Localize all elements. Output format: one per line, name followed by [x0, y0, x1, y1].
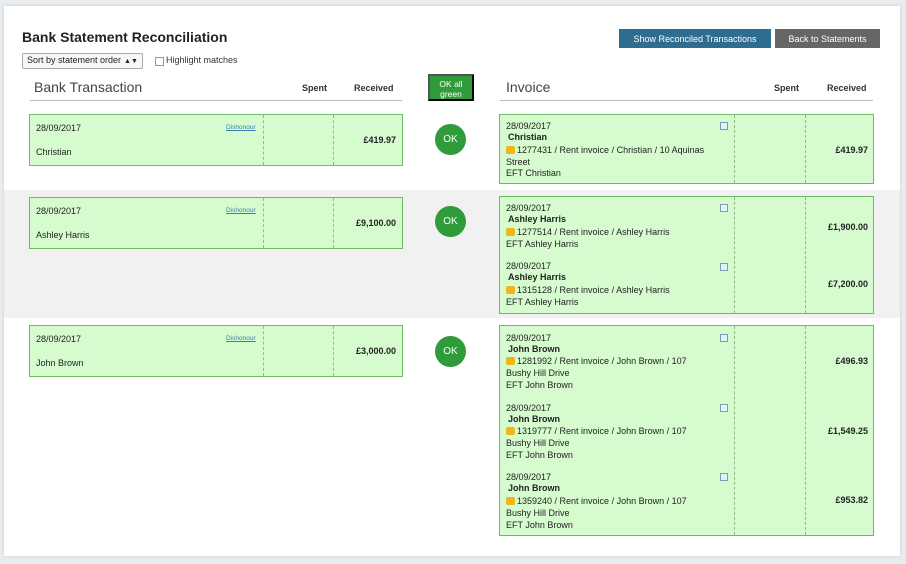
ok-button[interactable]: OK [435, 124, 466, 155]
show-reconciled-button[interactable]: Show Reconciled Transactions [619, 29, 771, 48]
invoice-reference: 1277514 / Rent invoice / Ashley Harris [517, 227, 670, 237]
select-arrows-icon: ▲▼ [124, 58, 138, 65]
invoice-customer: Christian [508, 132, 548, 142]
column-divider [734, 197, 735, 313]
invoice-ref-icon [506, 286, 515, 294]
invoice-received-amount: £496.93 [835, 356, 868, 366]
bank-date: 28/09/2017 [36, 123, 82, 133]
ok-all-green-button[interactable]: OK all green [428, 74, 474, 101]
column-divider [805, 197, 806, 313]
invoice-eft: EFT John Brown [506, 520, 573, 530]
invoice-ref-icon [506, 357, 515, 365]
bank-payee: John Brown [36, 358, 84, 368]
invoice-customer: Ashley Harris [508, 272, 567, 282]
ok-all-line-2: green [440, 89, 462, 99]
highlight-matches-label: Highlight matches [166, 55, 238, 65]
bank-transaction-row[interactable]: 28/09/2017 Christian Dishonour £419.97 [29, 114, 403, 166]
back-to-statements-button[interactable]: Back to Statements [775, 29, 880, 48]
invoice-reference: 1281992 / Rent invoice / John Brown / 10… [517, 356, 687, 366]
column-divider [263, 198, 264, 248]
unlink-icon[interactable] [720, 334, 728, 342]
ok-all-line-1: OK all [439, 79, 463, 89]
invoice-date: 28/09/2017 [506, 333, 552, 343]
bank-received-header: Received [354, 83, 394, 93]
unlink-icon[interactable] [720, 404, 728, 412]
dishonour-link[interactable]: Dishonour [226, 335, 256, 342]
bank-received-amount: £9,100.00 [355, 218, 396, 228]
highlight-matches-checkbox[interactable] [155, 57, 164, 66]
invoice-reference: 1315128 / Rent invoice / Ashley Harris [517, 285, 670, 295]
invoice-eft: EFT John Brown [506, 380, 573, 390]
invoice-eft: EFT Ashley Harris [506, 239, 579, 249]
invoice-received-amount: £953.82 [835, 495, 868, 505]
unlink-icon[interactable] [720, 473, 728, 481]
column-divider [734, 115, 735, 183]
invoice-received-amount: £419.97 [835, 145, 868, 155]
invoice-row[interactable]: 28/09/2017 Christian 1277431 / Rent invo… [499, 114, 874, 184]
invoice-customer: John Brown [508, 483, 560, 493]
invoice-date: 28/09/2017 [506, 121, 552, 131]
invoice-date: 28/09/2017 [506, 472, 552, 482]
invoice-received-amount: £1,549.25 [827, 426, 868, 436]
invoice-received-amount: £7,200.00 [827, 279, 868, 289]
invoice-eft: EFT John Brown [506, 450, 573, 460]
invoice-reference: 1359240 / Rent invoice / John Brown / 10… [517, 496, 687, 506]
invoice-reference-cont: Bushy Hill Drive [506, 508, 570, 518]
dishonour-link[interactable]: Dishonour [226, 124, 256, 131]
invoice-customer: John Brown [508, 344, 560, 354]
invoice-eft: EFT Christian [506, 168, 561, 178]
invoice-ref-icon [506, 427, 515, 435]
ok-button[interactable]: OK [435, 206, 466, 237]
invoice-ref-icon [506, 497, 515, 505]
invoice-received-amount: £1,900.00 [827, 222, 868, 232]
unlink-icon[interactable] [720, 263, 728, 271]
invoice-date: 28/09/2017 [506, 261, 552, 271]
bank-transaction-heading: Bank Transaction [34, 79, 143, 95]
invoice-spent-header: Spent [774, 83, 800, 93]
bank-date: 28/09/2017 [36, 334, 82, 344]
invoice-reference-cont: Bushy Hill Drive [506, 438, 570, 448]
sort-select[interactable]: Sort by statement order ▲▼ [22, 53, 143, 69]
invoice-reference: 1319777 / Rent invoice / John Brown / 10… [517, 426, 687, 436]
column-divider [263, 115, 264, 165]
invoice-eft: EFT Ashley Harris [506, 297, 579, 307]
invoice-date: 28/09/2017 [506, 403, 552, 413]
bank-received-amount: £419.97 [363, 135, 396, 145]
invoice-customer: John Brown [508, 414, 560, 424]
unlink-icon[interactable] [720, 204, 728, 212]
bank-payee: Ashley Harris [36, 230, 90, 240]
bank-date: 28/09/2017 [36, 206, 82, 216]
ok-button[interactable]: OK [435, 336, 466, 367]
column-divider [263, 326, 264, 376]
invoice-group: 28/09/2017 John Brown 1281992 / Rent inv… [499, 325, 874, 536]
column-divider [734, 326, 735, 535]
invoice-reference-cont: Street [506, 157, 531, 167]
invoice-group: 28/09/2017 Ashley Harris 1277514 / Rent … [499, 196, 874, 314]
bank-header-divider [30, 100, 402, 101]
unlink-icon[interactable] [720, 122, 728, 130]
invoice-reference-cont: Bushy Hill Drive [506, 368, 570, 378]
sort-select-value: Sort by statement order [27, 55, 122, 65]
invoice-received-header: Received [827, 83, 867, 93]
bank-received-amount: £3,000.00 [355, 346, 396, 356]
invoice-heading: Invoice [506, 79, 551, 95]
bank-transaction-row[interactable]: 28/09/2017 Ashley Harris Dishonour £9,10… [29, 197, 403, 249]
page-title: Bank Statement Reconciliation [22, 29, 228, 45]
bank-spent-header: Spent [302, 83, 328, 93]
invoice-ref-icon [506, 146, 515, 154]
invoice-reference: 1277431 / Rent invoice / Christian / 10 … [517, 145, 705, 155]
invoice-header-divider [500, 100, 873, 101]
dishonour-link[interactable]: Dishonour [226, 207, 256, 214]
invoice-customer: Ashley Harris [508, 214, 567, 224]
invoice-date: 28/09/2017 [506, 203, 552, 213]
bank-payee: Christian [36, 147, 72, 157]
invoice-ref-icon [506, 228, 515, 236]
bank-transaction-row[interactable]: 28/09/2017 John Brown Dishonour £3,000.0… [29, 325, 403, 377]
